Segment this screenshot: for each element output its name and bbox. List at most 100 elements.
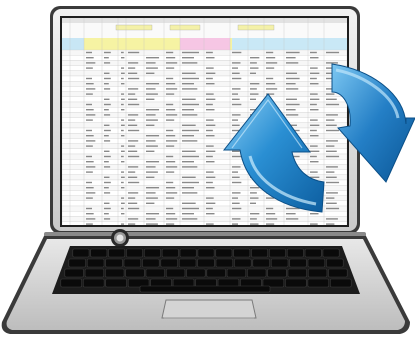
cell-text-mark xyxy=(166,140,178,142)
cell-text-mark xyxy=(86,88,96,90)
cell-text-mark xyxy=(128,140,139,142)
cell-text-mark xyxy=(286,51,300,54)
cell-text-mark xyxy=(86,207,92,210)
cell-text-mark xyxy=(232,155,242,158)
keyboard-key xyxy=(215,258,234,268)
cell-text-mark xyxy=(310,213,319,215)
cell-text-mark xyxy=(104,187,109,189)
table-row xyxy=(62,91,347,97)
keyboard-key xyxy=(197,248,215,258)
cell-text-mark xyxy=(86,155,92,158)
cell-text-mark xyxy=(286,218,299,220)
keyboard-key xyxy=(105,268,125,278)
cell-text-mark xyxy=(250,67,259,69)
cell-text-mark xyxy=(182,218,198,220)
cell-text-mark xyxy=(310,171,318,173)
cell-text-mark xyxy=(104,155,111,158)
cell-text-mark xyxy=(310,51,317,54)
cell-text-mark xyxy=(121,161,125,163)
cell-text-mark xyxy=(206,77,213,80)
cell-text-mark xyxy=(266,77,274,80)
cell-text-mark xyxy=(206,119,214,121)
cell-text-mark xyxy=(206,124,216,126)
cell-text-mark xyxy=(326,202,337,204)
cell-text-mark xyxy=(166,181,174,184)
cell-text-mark xyxy=(166,135,176,137)
cell-text-mark xyxy=(104,77,111,80)
cell-text-mark xyxy=(166,114,178,116)
cell-text-mark xyxy=(166,51,174,54)
cell-text-mark xyxy=(206,98,216,100)
cell-text-mark xyxy=(166,223,175,225)
cell-text-mark xyxy=(146,218,156,220)
cell-text-mark xyxy=(266,83,276,85)
cell-text-mark xyxy=(250,62,257,64)
cell-text-mark xyxy=(146,135,160,137)
cell-text-mark xyxy=(206,72,216,74)
keyboard-key xyxy=(307,278,330,288)
cell-text-mark xyxy=(182,57,194,59)
cell-text-mark xyxy=(232,150,240,152)
cell-text-mark xyxy=(146,98,155,100)
cell-text-mark xyxy=(121,223,125,225)
cell-text-mark xyxy=(286,109,296,111)
cell-text-mark xyxy=(146,119,158,121)
cell-text-mark xyxy=(266,218,278,220)
cell-text-mark xyxy=(206,213,215,215)
cell-text-mark xyxy=(326,207,340,210)
cell-text-mark xyxy=(182,207,199,210)
cell-text-mark xyxy=(266,223,275,225)
cell-text-mark xyxy=(128,171,136,173)
cell-text-mark xyxy=(326,114,338,116)
cell-text-mark xyxy=(232,166,241,168)
cell-text-mark xyxy=(206,51,213,54)
keyboard-key xyxy=(72,248,90,258)
cell-text-mark xyxy=(286,98,297,100)
cell-text-mark xyxy=(182,83,194,85)
cell-text-mark xyxy=(250,98,256,100)
cell-text-mark xyxy=(146,124,155,126)
cell-text-mark xyxy=(166,207,174,210)
cell-text-mark xyxy=(128,103,140,106)
keyboard-key xyxy=(267,268,287,278)
cell-text-mark xyxy=(146,109,160,111)
cell-text-mark xyxy=(182,213,194,215)
cell-text-mark xyxy=(206,135,215,137)
cell-text-mark xyxy=(206,223,214,225)
keyboard-key xyxy=(270,258,289,268)
cell-text-mark xyxy=(121,57,125,59)
cell-text-mark xyxy=(326,124,337,126)
cell-text-mark xyxy=(86,62,96,64)
cell-text-mark xyxy=(166,129,174,132)
keyboard-key xyxy=(286,248,304,258)
cell-text-mark xyxy=(326,103,340,106)
cell-text-mark xyxy=(326,51,340,54)
cell-text-mark xyxy=(166,77,174,80)
cell-text-mark xyxy=(166,166,178,168)
cell-text-mark xyxy=(146,62,156,64)
cell-text-mark xyxy=(146,145,158,147)
keyboard-key xyxy=(126,248,143,258)
cell-text-mark xyxy=(146,187,160,189)
cell-text-mark xyxy=(250,192,257,194)
cell-text-mark xyxy=(206,155,213,158)
cell-text-mark xyxy=(121,150,125,152)
cell-text-mark xyxy=(166,119,175,121)
cell-text-mark xyxy=(86,213,94,215)
cell-text-mark xyxy=(310,155,317,158)
cell-text-mark xyxy=(182,62,198,64)
cell-text-mark xyxy=(86,171,93,173)
cell-text-mark xyxy=(166,145,175,147)
cell-text-mark xyxy=(232,223,238,225)
cell-text-mark xyxy=(121,135,125,137)
keyboard-key xyxy=(307,268,328,278)
cell-text-mark xyxy=(232,98,240,100)
cell-text-mark xyxy=(86,83,94,85)
cell-text-mark xyxy=(121,67,125,69)
cell-text-mark xyxy=(326,197,335,199)
keyboard-key xyxy=(287,268,307,278)
cell-text-mark xyxy=(146,57,160,59)
cell-text-mark xyxy=(128,155,140,158)
cell-text-mark xyxy=(182,166,198,168)
cell-text-mark xyxy=(286,62,299,64)
